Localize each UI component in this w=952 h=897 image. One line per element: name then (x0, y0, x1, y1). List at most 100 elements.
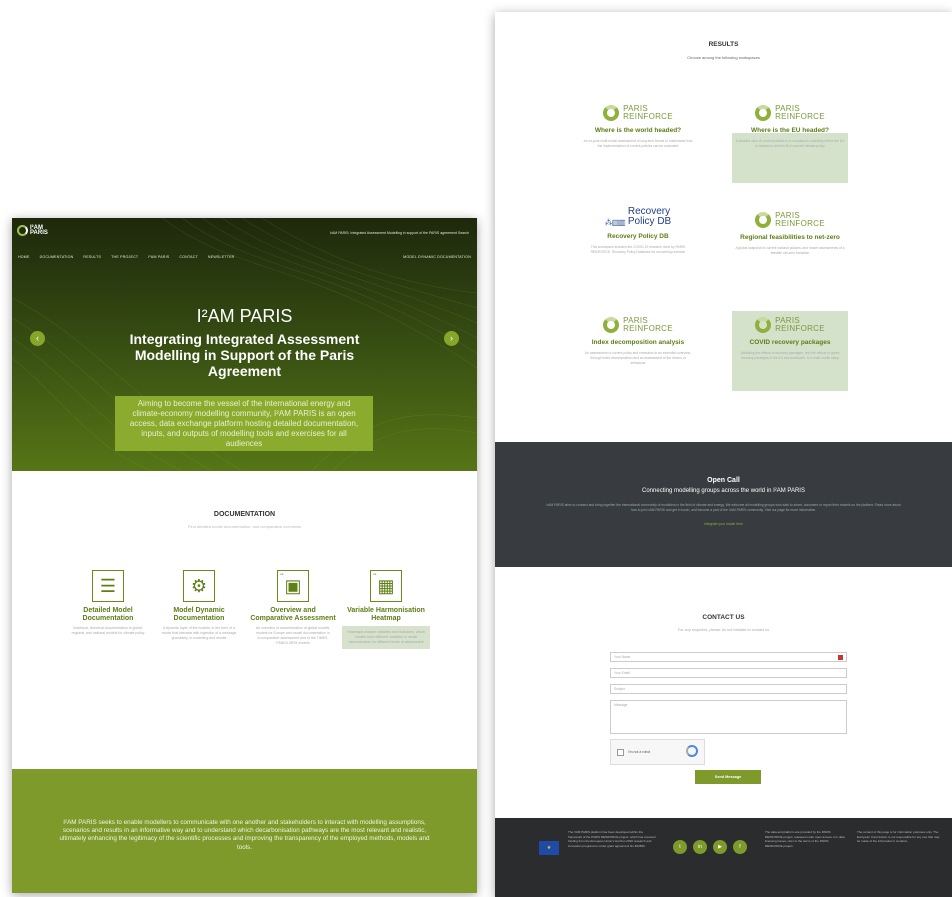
header-info: I²AM PARIS: Integrated Assessment Modell… (329, 231, 469, 235)
card-variable-harmonisation-heatmap[interactable]: ●● ▦ Variable Harmonisation Heatmap Heatm… (342, 570, 430, 649)
nav-the-project[interactable]: THE PROJECT (111, 255, 138, 259)
open-call-section: Open Call Connecting modelling groups ac… (495, 442, 952, 567)
card-text: A dynamic layer of the models, in the fo… (161, 626, 237, 640)
card-text: An overview of documentation of global m… (255, 626, 331, 645)
brand-line2: REINFORCE (775, 112, 825, 121)
hero-section: I²AM PARIS I²AM PARIS: Integrated Assessm… (12, 218, 477, 471)
message-placeholder: Message (614, 703, 628, 707)
results-subheading: Choose among the following workspaces (687, 55, 760, 60)
results-heading: RESULTS (708, 41, 739, 48)
badge-icon: ●● (373, 572, 377, 576)
brand-line2: REINFORCE (623, 324, 673, 333)
open-call-link[interactable]: Integrate your model here (495, 522, 952, 526)
card-text: Individual, technical documentation of g… (71, 626, 145, 635)
open-call-heading: Open Call (707, 477, 740, 484)
documentation-section: DOCUMENTATION Find detailed model docume… (12, 471, 477, 769)
paris-reinforce-logo: PARIS REINFORCE (583, 317, 693, 333)
card-detailed-model-documentation[interactable]: ☰ Detailed Model Documentation Individua… (64, 570, 152, 636)
name-placeholder: Your Name (614, 655, 631, 659)
workspace-covid-recovery[interactable]: PARIS REINFORCE COVID recovery packages M… (732, 311, 848, 391)
site-footer: ★ The I²AM PARIS platform has been devel… (495, 818, 952, 897)
contact-subheading: For any enquiries, please do not hesitat… (677, 628, 770, 632)
nav-home[interactable]: HOME (18, 255, 30, 259)
logo-ring-icon (17, 225, 28, 236)
nav-i2am-paris[interactable]: I²AM PARIS (148, 255, 169, 259)
about-text: I²AM PARIS seeks to enable modellers to … (59, 819, 430, 851)
hero-description: Aiming to become the vessel of the inter… (115, 396, 373, 451)
site-logo[interactable]: I²AM PARIS (17, 225, 48, 236)
card-overview-comparative-assessment[interactable]: ●● ▣ Overview and Comparative Assessment … (249, 570, 337, 646)
required-icon (838, 655, 843, 660)
subject-placeholder: Subject (614, 687, 625, 691)
brand-line2: REINFORCE (775, 219, 825, 228)
workspace-eu-headed[interactable]: PARIS REINFORCE Where is the EU headed? A… (732, 105, 848, 183)
facebook-icon[interactable]: f (733, 840, 747, 854)
footer-middle-text: The data and platform are provided by th… (765, 830, 845, 848)
name-field[interactable]: Your Name (610, 652, 847, 662)
badge-icon: ●● (280, 572, 284, 576)
paris-reinforce-logo: PARIS REINFORCE (735, 212, 845, 228)
site-header: I²AM PARIS I²AM PARIS: Integrated Assessm… (12, 218, 477, 243)
workspace-title: Where is the world headed? (594, 127, 682, 134)
card-title: Model Dynamic Documentation (173, 607, 225, 622)
recovery-policy-db-logo: ⁂▥▥ Recovery Policy DB (583, 207, 693, 228)
workspace-title: Regional feasibilities to net-zero (740, 234, 840, 241)
subject-field[interactable]: Subject (610, 684, 847, 694)
card-model-dynamic-documentation[interactable]: ⚙ Model Dynamic Documentation A dynamic … (155, 570, 243, 641)
hero-title: I²AM PARIS (196, 306, 293, 326)
contact-heading: CONTACT US (702, 614, 745, 621)
workspace-text: An assessment of current policy and emis… (585, 351, 691, 365)
email-field[interactable]: Your Email (610, 668, 847, 678)
bar-chart-icon: ⁂▥▥ (604, 218, 626, 227)
card-title: Overview and Comparative Assessment (250, 607, 336, 622)
main-nav: HOME DOCUMENTATION RESULTS THE PROJECT I… (12, 255, 477, 259)
workspace-text: A detailed view of current policies in a… (735, 139, 845, 148)
youtube-icon[interactable]: ▶ (713, 840, 727, 854)
logo-line2: PARIS (30, 229, 48, 236)
recaptcha-label: I'm not a robot (628, 750, 651, 754)
open-call-text: I²AM PARIS aims to connect and bring tog… (546, 503, 901, 512)
results-page-screenshot: RESULTS Choose among the following works… (495, 12, 952, 897)
workspace-world-headed[interactable]: PARIS REINFORCE Where is the world headed… (583, 105, 693, 149)
nav-newsletter[interactable]: NEWSLETTER (208, 255, 235, 259)
message-textarea[interactable]: Message (610, 700, 847, 734)
paris-reinforce-logo: PARIS REINFORCE (735, 105, 845, 121)
card-text: Heatmaps analyse variables and indicator… (342, 626, 430, 649)
open-call-subheading: Connecting modelling groups across the w… (642, 488, 805, 494)
workspace-title: Index decomposition analysis (591, 339, 685, 346)
card-title: Detailed Model Documentation (82, 607, 134, 622)
workspace-regional-feasibilities[interactable]: PARIS REINFORCE Regional feasibilities to… (735, 212, 845, 256)
recovery-line2: Policy DB (627, 216, 672, 227)
eu-flag-icon: ★ (539, 841, 559, 855)
hero-subtitle: Integrating Integrated Assessment Modell… (129, 331, 360, 379)
twitter-icon[interactable]: t (673, 840, 687, 854)
paris-reinforce-ring-icon (755, 105, 772, 121)
send-message-button[interactable]: Send Message (695, 770, 761, 784)
paris-reinforce-ring-icon (603, 105, 620, 121)
documentation-subheading: Find detailed model documentation, and c… (188, 524, 301, 529)
paris-reinforce-ring-icon (755, 212, 772, 228)
workspace-title: Where is the EU headed? (750, 127, 830, 134)
paris-reinforce-logo: PARIS REINFORCE (583, 105, 693, 121)
table-grid-icon: ●● ▦ (370, 570, 402, 602)
nav-results[interactable]: RESULTS (83, 255, 101, 259)
workspace-text: An ex-post multi-model assessment of lon… (583, 139, 693, 148)
linkedin-icon[interactable]: in (693, 840, 707, 854)
workspace-recovery-policy-db[interactable]: ⁂▥▥ Recovery Policy DB Recovery Policy DB… (583, 207, 693, 255)
recaptcha-checkbox[interactable] (617, 749, 624, 756)
workspace-text: Modelling the effects of recovery packag… (740, 351, 840, 360)
brand-line2: REINFORCE (623, 112, 673, 121)
recaptcha-widget[interactable]: I'm not a robot (610, 739, 705, 765)
paris-reinforce-logo: PARIS REINFORCE (735, 317, 845, 333)
paris-reinforce-ring-icon (603, 317, 620, 333)
documentation-heading: DOCUMENTATION (213, 511, 276, 518)
email-placeholder: Your Email (614, 671, 630, 675)
brand-line2: REINFORCE (775, 324, 825, 333)
nav-contact[interactable]: CONTACT (179, 255, 198, 259)
nav-documentation[interactable]: DOCUMENTATION (40, 255, 74, 259)
footer-funding-text: The I²AM PARIS platform has been develop… (568, 830, 656, 848)
nav-model-dynamic-documentation[interactable]: MODEL DYNAMIC DOCUMENTATION (403, 255, 471, 259)
list-icon: ☰ (92, 570, 124, 602)
workspace-index-decomposition[interactable]: PARIS REINFORCE Index decomposition analy… (583, 317, 693, 366)
archive-box-icon: ●● ▣ (277, 570, 309, 602)
